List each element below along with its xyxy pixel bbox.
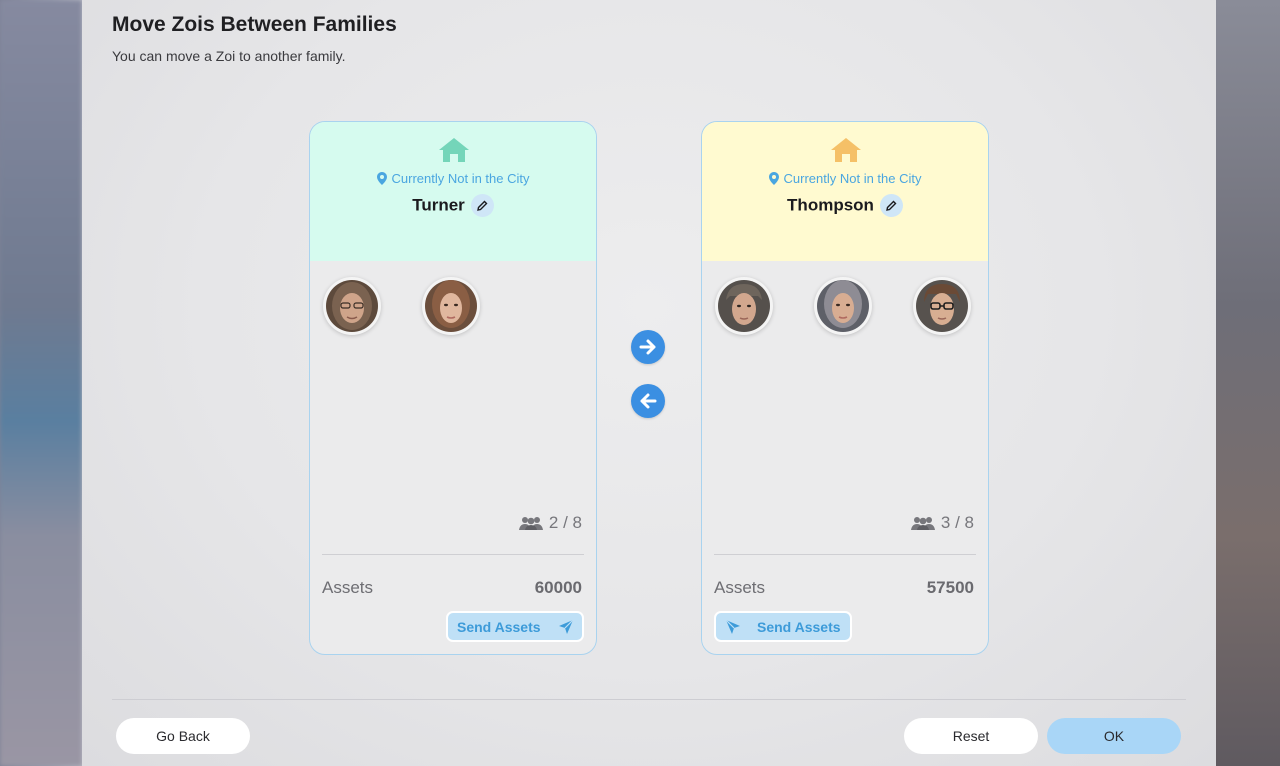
send-assets-label: Send Assets bbox=[457, 619, 541, 635]
background-left bbox=[0, 0, 82, 766]
send-assets-button[interactable]: Send Assets bbox=[446, 611, 584, 642]
location-pin-icon bbox=[376, 172, 387, 185]
zoi-portrait bbox=[326, 280, 378, 332]
zoi-portrait bbox=[916, 280, 968, 332]
family-name-row: Turner bbox=[310, 194, 596, 217]
ok-button[interactable]: OK bbox=[1047, 718, 1181, 754]
page-subtitle: You can move a Zoi to another family. bbox=[112, 48, 346, 64]
location-label: Currently Not in the City bbox=[783, 171, 922, 186]
people-group-icon bbox=[518, 517, 543, 530]
family-card-turner: Currently Not in the City Turner 2 / 8 A… bbox=[309, 121, 597, 655]
zoi-avatar-2[interactable] bbox=[814, 277, 872, 335]
home-icon bbox=[439, 138, 469, 162]
home-icon bbox=[831, 138, 861, 162]
background-right bbox=[1216, 0, 1280, 766]
location-pin-icon bbox=[768, 172, 779, 185]
page-title: Move Zois Between Families bbox=[112, 13, 397, 36]
zoi-avatar-3[interactable] bbox=[913, 277, 971, 335]
assets-value: 60000 bbox=[534, 578, 582, 597]
zoi-portrait bbox=[718, 280, 770, 332]
move-zois-dialog: Move Zois Between Families You can move … bbox=[82, 0, 1216, 766]
move-right-button[interactable] bbox=[631, 330, 665, 364]
send-icon bbox=[725, 619, 740, 634]
family-location: Currently Not in the City bbox=[702, 171, 988, 186]
divider bbox=[714, 554, 976, 555]
arrow-left-icon bbox=[640, 393, 657, 409]
zoi-avatar-1[interactable] bbox=[715, 277, 773, 335]
zoi-avatar-2[interactable] bbox=[422, 277, 480, 335]
family-name: Thompson bbox=[787, 195, 874, 215]
people-group-icon bbox=[910, 517, 935, 530]
family-card-header: Currently Not in the City Thompson bbox=[702, 122, 988, 261]
member-count-label: 2 / 8 bbox=[548, 513, 582, 532]
member-count-label: 3 / 8 bbox=[940, 513, 974, 532]
move-left-button[interactable] bbox=[631, 384, 665, 418]
location-label: Currently Not in the City bbox=[391, 171, 530, 186]
assets-value: 57500 bbox=[926, 578, 974, 597]
family-card-thompson: Currently Not in the City Thompson 3 / 8 bbox=[701, 121, 989, 655]
assets-label: Assets bbox=[714, 578, 766, 597]
send-assets-button[interactable]: Send Assets bbox=[714, 611, 852, 642]
member-count: 3 / 8 bbox=[910, 513, 974, 533]
zoi-portrait bbox=[425, 280, 477, 332]
send-icon bbox=[559, 619, 574, 634]
pencil-icon bbox=[886, 200, 897, 211]
footer-divider bbox=[112, 699, 1186, 700]
assets-label: Assets bbox=[322, 578, 374, 597]
go-back-button[interactable]: Go Back bbox=[116, 718, 250, 754]
zoi-portrait bbox=[817, 280, 869, 332]
arrow-right-icon bbox=[639, 339, 656, 355]
send-assets-label: Send Assets bbox=[757, 619, 841, 635]
family-location: Currently Not in the City bbox=[310, 171, 596, 186]
divider bbox=[322, 554, 584, 555]
family-name-row: Thompson bbox=[702, 194, 988, 217]
family-card-header: Currently Not in the City Turner bbox=[310, 122, 596, 261]
edit-name-button[interactable] bbox=[470, 194, 494, 217]
zoi-avatar-1[interactable] bbox=[323, 277, 381, 335]
member-count: 2 / 8 bbox=[518, 513, 582, 533]
pencil-icon bbox=[476, 200, 488, 211]
edit-name-button[interactable] bbox=[879, 194, 903, 217]
reset-button[interactable]: Reset bbox=[904, 718, 1038, 754]
family-name: Turner bbox=[412, 195, 465, 215]
